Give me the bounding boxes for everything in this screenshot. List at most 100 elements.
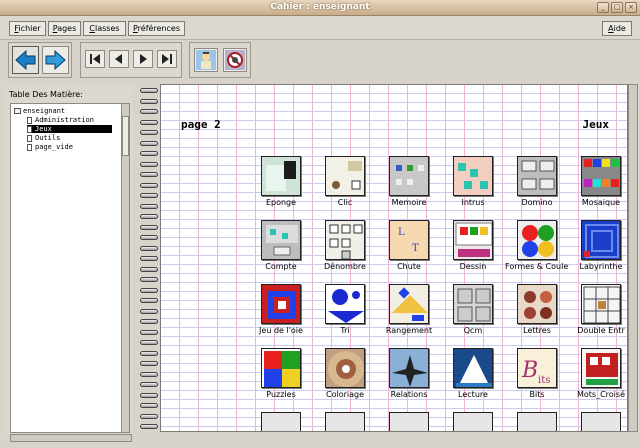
back-button[interactable] bbox=[12, 46, 39, 74]
game-tile[interactable]: Clic bbox=[313, 156, 377, 216]
game-thumbnail[interactable] bbox=[325, 156, 365, 196]
forward-button[interactable] bbox=[42, 46, 69, 74]
game-thumbnail[interactable] bbox=[453, 284, 493, 324]
spiral-ring bbox=[140, 182, 158, 188]
game-tile[interactable]: Formes & Couleur bbox=[505, 220, 569, 280]
game-tile[interactable]: Jeu de l'oie bbox=[249, 284, 313, 344]
tree-item-administration[interactable]: Administration bbox=[27, 116, 94, 125]
game-thumbnail[interactable] bbox=[581, 284, 621, 324]
game-thumbnail-partial bbox=[389, 412, 429, 431]
tree-item-jeux[interactable]: Jeux bbox=[27, 125, 122, 134]
game-tile[interactable]: Rangement bbox=[377, 284, 441, 344]
game-tile[interactable]: Bits Bits bbox=[505, 348, 569, 408]
page-scrollbar[interactable] bbox=[628, 84, 638, 432]
game-tile[interactable]: Relations bbox=[377, 348, 441, 408]
game-thumbnail[interactable] bbox=[261, 156, 301, 196]
game-label: Mosaique bbox=[581, 198, 621, 207]
game-tile[interactable]: Mots_Croisé bbox=[569, 348, 627, 408]
game-label: Mots_Croisé bbox=[576, 390, 625, 399]
page-icon bbox=[27, 126, 32, 133]
maximize-button[interactable]: □ bbox=[611, 2, 623, 13]
game-tile[interactable]: Dessin bbox=[441, 220, 505, 280]
game-tile[interactable]: Compte bbox=[249, 220, 313, 280]
game-tile[interactable]: Tri bbox=[313, 284, 377, 344]
game-tile[interactable]: Lettres bbox=[505, 284, 569, 344]
game-thumbnail[interactable] bbox=[581, 348, 621, 388]
spiral-ring bbox=[140, 161, 158, 167]
toc-hscrollbar[interactable] bbox=[10, 434, 132, 442]
game-thumbnail[interactable] bbox=[325, 220, 365, 260]
game-thumbnail[interactable] bbox=[453, 348, 493, 388]
tools-group bbox=[189, 42, 251, 78]
game-tile[interactable]: Memoire bbox=[377, 156, 441, 216]
minimize-button[interactable]: _ bbox=[597, 2, 609, 13]
scroll-thumb[interactable] bbox=[122, 116, 129, 156]
next-page-button[interactable] bbox=[133, 50, 153, 68]
game-tile[interactable]: Double Entr bbox=[569, 284, 627, 344]
game-tile[interactable]: Labyrinthe bbox=[569, 220, 627, 280]
game-thumbnail[interactable] bbox=[389, 348, 429, 388]
tree-item-root[interactable]: enseignant bbox=[14, 107, 65, 116]
menu-classes[interactable]: Classes bbox=[83, 21, 126, 36]
spiral-ring bbox=[140, 277, 158, 282]
game-thumbnail-partial bbox=[325, 412, 365, 431]
section-name: Jeux bbox=[582, 118, 610, 131]
game-thumbnail[interactable] bbox=[261, 284, 301, 324]
game-thumbnail[interactable] bbox=[389, 156, 429, 196]
page-icon bbox=[27, 117, 32, 124]
menu-pages[interactable]: Pages bbox=[48, 21, 81, 36]
first-page-button[interactable] bbox=[85, 50, 105, 68]
game-thumbnail[interactable] bbox=[261, 220, 301, 260]
spiral-ring bbox=[140, 245, 158, 251]
game-tile[interactable]: Puzzles bbox=[249, 348, 313, 408]
game-thumbnail[interactable] bbox=[517, 220, 557, 260]
game-tile[interactable]: Coloriage bbox=[313, 348, 377, 408]
game-thumbnail[interactable] bbox=[261, 348, 301, 388]
game-tile[interactable]: Intrus bbox=[441, 156, 505, 216]
game-tile[interactable]: Eponge bbox=[249, 156, 313, 216]
game-label: Memoire bbox=[391, 198, 427, 207]
game-label: Lecture bbox=[458, 390, 488, 399]
menu-preferences[interactable]: Préférences bbox=[128, 21, 185, 36]
help-button[interactable]: Aide bbox=[602, 21, 632, 36]
game-tile[interactable]: L T Chute bbox=[377, 220, 441, 280]
game-thumbnail[interactable] bbox=[453, 156, 493, 196]
game-thumbnail[interactable] bbox=[517, 284, 557, 324]
game-label: Tri bbox=[340, 326, 350, 335]
spiral-ring bbox=[140, 214, 158, 219]
game-thumbnail[interactable] bbox=[453, 220, 493, 260]
tree-item-outils[interactable]: Outils bbox=[27, 134, 60, 143]
game-thumbnail[interactable] bbox=[581, 220, 621, 260]
spiral-ring bbox=[140, 287, 158, 293]
stop-button[interactable] bbox=[223, 48, 247, 72]
student-icon bbox=[196, 50, 216, 70]
spiral-ring bbox=[140, 151, 158, 156]
game-thumbnail[interactable] bbox=[517, 156, 557, 196]
spiral-ring bbox=[140, 256, 158, 261]
game-thumbnail[interactable]: LT bbox=[389, 220, 429, 260]
game-tile[interactable]: Mosaique bbox=[569, 156, 627, 216]
game-thumbnail[interactable] bbox=[325, 348, 365, 388]
game-tile[interactable]: Lecture bbox=[441, 348, 505, 408]
game-thumbnail[interactable] bbox=[581, 156, 621, 196]
game-tile[interactable]: Dénombre bbox=[313, 220, 377, 280]
spiral-ring bbox=[140, 329, 158, 335]
tree-item-page-vide[interactable]: page_vide bbox=[27, 143, 73, 152]
game-tile[interactable]: Qcm bbox=[441, 284, 505, 344]
game-tile[interactable]: Domino bbox=[505, 156, 569, 216]
close-button[interactable]: × bbox=[625, 2, 637, 13]
toc-scrollbar[interactable] bbox=[121, 103, 130, 433]
student-button[interactable] bbox=[194, 48, 218, 72]
last-page-button[interactable] bbox=[157, 50, 177, 68]
prev-page-button[interactable] bbox=[109, 50, 129, 68]
spiral-ring bbox=[140, 109, 158, 114]
spiral-ring bbox=[140, 371, 158, 377]
game-thumbnail[interactable]: Bits bbox=[517, 348, 557, 388]
arrow-right-icon bbox=[45, 49, 66, 71]
menu-fichier[interactable]: Fichier bbox=[9, 21, 46, 36]
spiral-ring bbox=[140, 203, 158, 209]
game-thumbnail[interactable] bbox=[389, 284, 429, 324]
game-label: Formes & Couleur bbox=[505, 262, 569, 271]
game-thumbnail[interactable] bbox=[325, 284, 365, 324]
last-page-icon bbox=[162, 54, 172, 64]
